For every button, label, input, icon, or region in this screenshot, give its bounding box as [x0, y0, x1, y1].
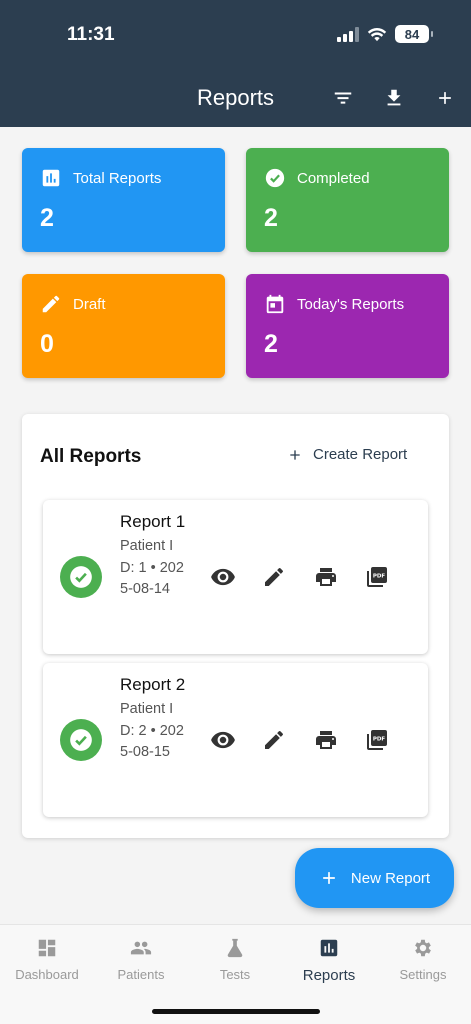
stat-card-total-reports[interactable]: Total Reports 2 — [22, 148, 225, 252]
download-icon — [387, 89, 401, 106]
add-button[interactable] — [431, 84, 459, 112]
pdf-icon: PDF — [367, 567, 387, 587]
download-button[interactable] — [380, 84, 408, 112]
stat-label: Completed — [297, 169, 370, 187]
wifi-icon — [367, 28, 387, 42]
nav-settings[interactable]: Settings — [376, 935, 470, 982]
nav-tests[interactable]: Tests — [188, 935, 282, 982]
nav-label: Settings — [399, 967, 447, 982]
nav-patients[interactable]: Patients — [94, 935, 188, 982]
plus-icon — [439, 92, 451, 104]
eye-icon — [211, 568, 235, 586]
printer-icon — [316, 731, 336, 749]
battery-icon: 84 — [395, 25, 433, 43]
stat-card-draft[interactable]: Draft 0 — [22, 274, 225, 378]
check-circle-icon — [265, 168, 285, 188]
stat-value: 2 — [264, 204, 278, 232]
people-icon — [130, 941, 152, 955]
stat-value: 2 — [264, 330, 278, 358]
nav-dashboard[interactable]: Dashboard — [0, 935, 94, 982]
pdf-icon: PDF — [367, 730, 387, 750]
plus-icon — [290, 449, 300, 460]
edit-report-button[interactable] — [260, 563, 288, 591]
bar-chart-icon — [320, 939, 338, 957]
stat-label: Total Reports — [73, 169, 162, 187]
svg-text:PDF: PDF — [373, 737, 386, 743]
report-meta: Patient ID: 1 • 2025-08-14 — [120, 538, 184, 597]
completed-status-icon — [60, 556, 102, 598]
view-report-button[interactable] — [209, 726, 237, 754]
dashboard-icon — [38, 939, 56, 957]
signal-icon — [337, 26, 359, 42]
filter-icon — [334, 92, 352, 104]
report-name: Report 1 — [120, 512, 186, 531]
nav-label: Tests — [219, 967, 251, 982]
nav-label: Patients — [117, 967, 165, 982]
panel-title: All Reports — [40, 446, 142, 467]
report-meta: Patient ID: 2 • 2025-08-15 — [120, 701, 184, 760]
app-header: 11:31 84 Reports — [0, 0, 471, 127]
pencil-icon — [42, 295, 60, 313]
fab-label: New Report — [350, 869, 431, 887]
printer-icon — [316, 568, 336, 586]
stat-value: 2 — [40, 204, 54, 232]
eye-icon — [211, 731, 235, 749]
all-reports-panel: All Reports Create Report Report 1 Patie… — [22, 414, 449, 838]
plus-icon — [323, 872, 335, 884]
stat-card-completed[interactable]: Completed 2 — [246, 148, 449, 252]
pdf-report-button[interactable]: PDF — [363, 726, 391, 754]
nav-label: Dashboard — [15, 967, 79, 982]
print-report-button[interactable] — [312, 563, 340, 591]
new-report-fab[interactable]: New Report — [295, 848, 454, 908]
nav-label: Reports — [302, 967, 356, 984]
filter-button[interactable] — [329, 84, 357, 112]
calendar-icon — [266, 294, 284, 314]
nav-reports[interactable]: Reports — [282, 935, 376, 984]
pencil-icon — [265, 567, 283, 586]
pdf-report-button[interactable]: PDF — [363, 563, 391, 591]
flask-icon — [227, 938, 243, 958]
report-name: Report 2 — [120, 675, 186, 694]
stat-label: Today's Reports — [297, 295, 405, 313]
edit-report-button[interactable] — [260, 726, 288, 754]
pencil-icon — [265, 730, 283, 749]
view-report-button[interactable] — [209, 563, 237, 591]
bar-chart-icon — [42, 169, 60, 187]
gear-icon — [415, 939, 431, 957]
create-report-button[interactable]: Create Report — [287, 446, 407, 463]
create-report-label: Create Report — [313, 446, 408, 463]
stat-label: Draft — [73, 295, 106, 313]
status-time: 11:31 — [67, 24, 115, 45]
stat-value: 0 — [40, 330, 54, 358]
report-card[interactable]: Report 1 Patient ID: 1 • 2025-08-14 PDF — [43, 500, 428, 654]
status-icons: 84 — [337, 25, 433, 43]
completed-status-icon — [60, 719, 102, 761]
print-report-button[interactable] — [312, 726, 340, 754]
home-indicator — [152, 1009, 320, 1014]
svg-text:PDF: PDF — [373, 574, 386, 580]
stat-card-todays-reports[interactable]: Today's Reports 2 — [246, 274, 449, 378]
report-card[interactable]: Report 2 Patient ID: 2 • 2025-08-15 PDF — [43, 663, 428, 817]
